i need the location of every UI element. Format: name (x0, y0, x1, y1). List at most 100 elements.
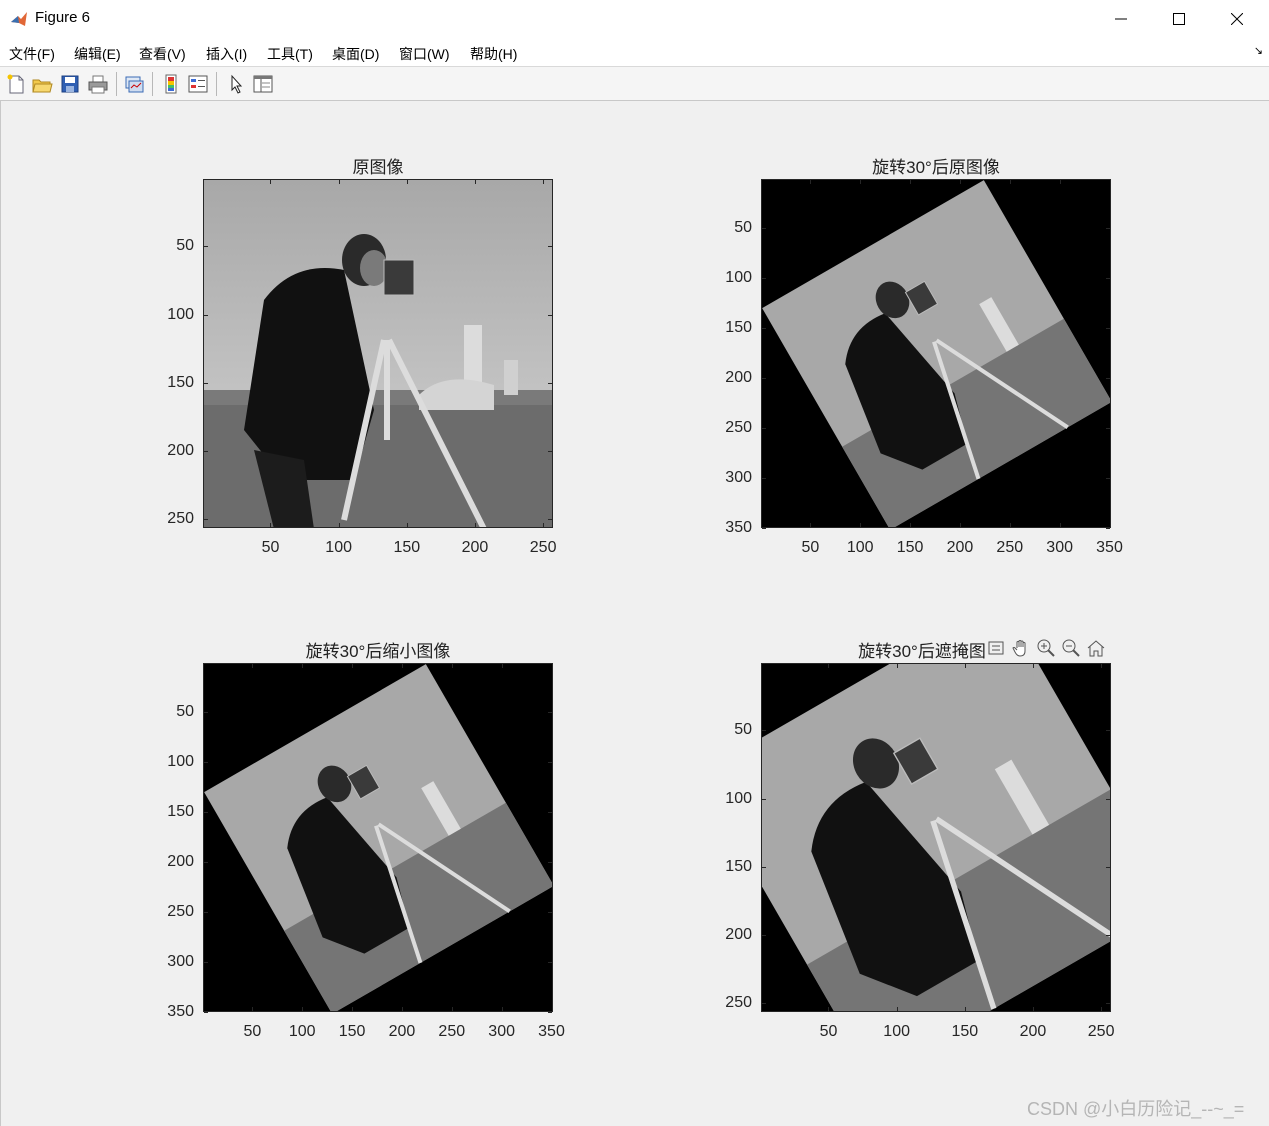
image-axes-rotated-masked[interactable] (761, 663, 1111, 1012)
x-tick-mark (828, 664, 829, 668)
x-tick-label: 200 (461, 539, 489, 556)
y-tick-label: 50 (176, 703, 194, 721)
home-icon[interactable] (1085, 637, 1107, 659)
x-tick-mark (543, 523, 544, 527)
y-tick-label: 50 (734, 219, 752, 237)
y-tick-mark (762, 935, 766, 936)
y-tick-mark (204, 315, 208, 316)
y-tick-mark (1106, 278, 1110, 279)
x-tick-label: 200 (946, 539, 974, 556)
y-tick-label: 250 (167, 902, 194, 920)
toolbar-separator (116, 72, 117, 96)
x-tick-mark (402, 1007, 403, 1011)
insert-legend-icon[interactable] (187, 73, 209, 95)
x-tick-mark (543, 180, 544, 184)
x-tick-mark (302, 664, 303, 668)
x-tick-mark (860, 523, 861, 527)
x-tick-mark (1033, 1007, 1034, 1011)
y-tick-label: 300 (167, 952, 194, 970)
maximize-button[interactable] (1150, 0, 1208, 38)
axes-title: 旋转30°后原图像 (872, 158, 1000, 177)
menu-bar: 文件(F) 编辑(E) 查看(V) 插入(I) 工具(T) 桌面(D) 窗口(W… (0, 38, 1269, 67)
menu-edit[interactable]: 编辑(E) (74, 44, 121, 64)
close-button[interactable] (1208, 0, 1266, 38)
x-tick-mark (475, 523, 476, 527)
print-icon[interactable] (87, 73, 109, 95)
y-tick-label: 50 (734, 721, 752, 739)
open-file-icon[interactable] (31, 73, 53, 95)
y-tick-label: 250 (725, 418, 752, 436)
menu-help[interactable]: 帮助(H) (470, 44, 517, 64)
y-tick-label: 100 (725, 269, 752, 287)
y-tick-label: 150 (725, 857, 752, 875)
y-tick-mark (762, 799, 766, 800)
save-icon[interactable] (59, 73, 81, 95)
x-tick-label: 250 (1087, 1023, 1115, 1040)
menu-window[interactable]: 窗口(W) (399, 44, 450, 64)
menu-desktop[interactable]: 桌面(D) (332, 44, 379, 64)
y-tick-mark (1106, 799, 1110, 800)
y-tick-label: 200 (725, 368, 752, 386)
y-tick-mark (762, 428, 766, 429)
pan-icon[interactable] (1010, 637, 1032, 659)
y-tick-mark (548, 912, 552, 913)
image-axes-rotated-shrunk[interactable] (203, 663, 553, 1012)
menu-insert[interactable]: 插入(I) (206, 44, 247, 64)
y-tick-mark (762, 378, 766, 379)
x-tick-mark (252, 1007, 253, 1011)
x-tick-mark (552, 1007, 553, 1011)
y-tick-mark (762, 1003, 766, 1004)
y-tick-mark (1106, 935, 1110, 936)
x-tick-mark (1033, 664, 1034, 668)
y-tick-label: 350 (725, 518, 752, 536)
y-tick-mark (1106, 528, 1110, 529)
minimize-icon (1115, 18, 1127, 20)
y-tick-mark (762, 528, 766, 529)
x-tick-label: 200 (1019, 1023, 1047, 1040)
x-tick-label: 250 (996, 539, 1024, 556)
new-figure-icon[interactable] (5, 73, 27, 95)
x-tick-mark (339, 180, 340, 184)
y-tick-mark (204, 812, 208, 813)
x-tick-label: 300 (488, 1023, 515, 1040)
toolbar-separator (216, 72, 217, 96)
x-tick-mark (965, 1007, 966, 1011)
insert-colorbar-icon[interactable] (160, 73, 182, 95)
zoom-in-icon[interactable] (1035, 637, 1057, 659)
x-tick-mark (1060, 180, 1061, 184)
y-tick-label: 200 (167, 852, 194, 870)
x-tick-mark (407, 180, 408, 184)
image-axes-original[interactable] (203, 179, 553, 528)
window-title: Figure 6 (35, 9, 91, 26)
x-tick-mark (1010, 523, 1011, 527)
axes-title: 旋转30°后缩小图像 (305, 642, 451, 661)
minimize-button[interactable] (1092, 0, 1150, 38)
property-inspector-icon[interactable] (252, 73, 274, 95)
x-tick-mark (452, 664, 453, 668)
y-tick-mark (204, 246, 208, 247)
rotated-masked-cameraman-image (762, 664, 1110, 1011)
x-tick-label: 150 (896, 539, 924, 556)
menu-file[interactable]: 文件(F) (9, 44, 55, 64)
y-tick-mark (762, 867, 766, 868)
menu-view[interactable]: 查看(V) (139, 44, 186, 64)
x-tick-mark (352, 1007, 353, 1011)
edit-plot-arrow-icon[interactable] (226, 73, 248, 95)
y-tick-mark (1106, 328, 1110, 329)
x-tick-label: 100 (883, 1023, 910, 1040)
x-tick-mark (897, 664, 898, 668)
zoom-out-icon[interactable] (1060, 637, 1082, 659)
y-tick-mark (204, 912, 208, 913)
y-tick-mark (548, 315, 552, 316)
dock-arrow-icon[interactable]: ↘ (1254, 44, 1263, 57)
y-tick-label: 200 (725, 925, 752, 943)
export-icon[interactable] (985, 637, 1007, 659)
y-tick-mark (1106, 428, 1110, 429)
x-tick-mark (910, 180, 911, 184)
menu-tools[interactable]: 工具(T) (267, 44, 313, 64)
cameraman-image (204, 180, 552, 527)
link-plot-icon[interactable] (123, 73, 145, 95)
x-tick-label: 50 (819, 1023, 838, 1040)
y-tick-mark (548, 246, 552, 247)
image-axes-rotated[interactable] (761, 179, 1111, 528)
